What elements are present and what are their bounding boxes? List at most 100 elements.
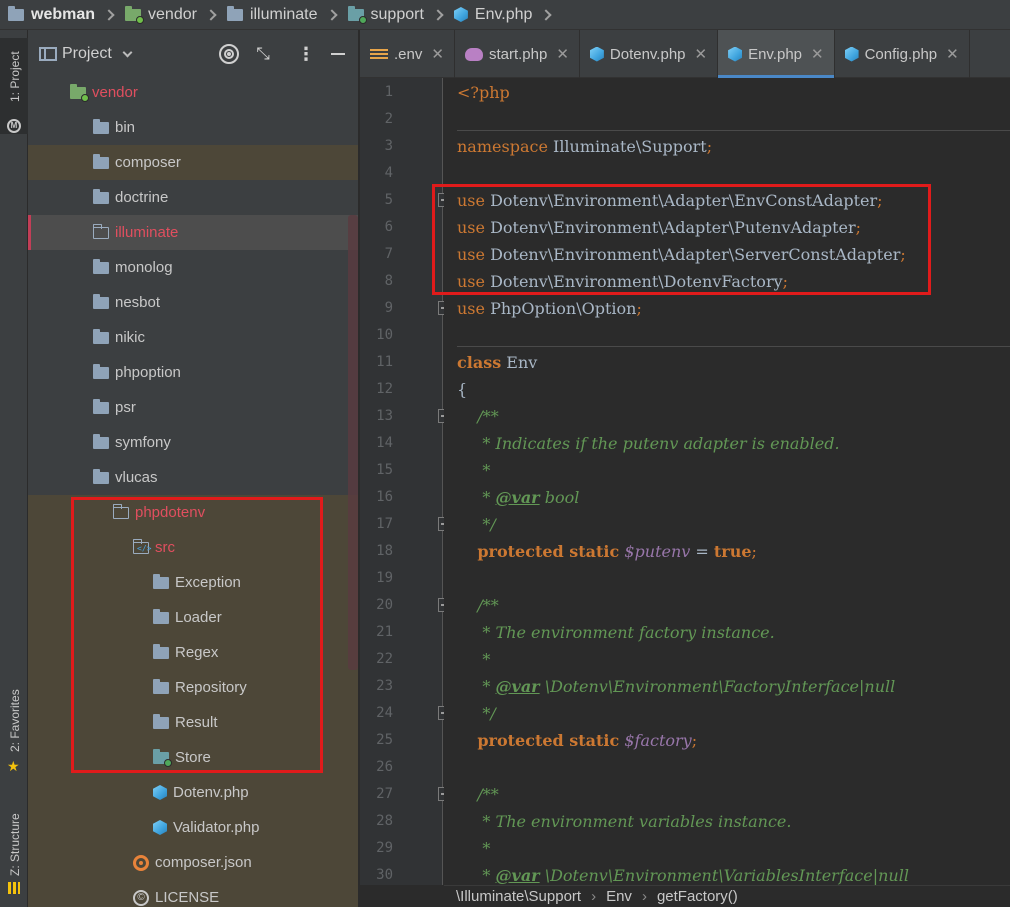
locate-file-icon[interactable] bbox=[219, 44, 239, 64]
tree-item[interactable]: Repository bbox=[28, 670, 358, 705]
package-folder-icon bbox=[347, 5, 367, 24]
code-line: { bbox=[457, 376, 467, 403]
tree-item[interactable]: symfony bbox=[28, 425, 358, 460]
tree-item[interactable]: Exception bbox=[28, 565, 358, 600]
tree-item[interactable]: bin bbox=[28, 110, 358, 145]
chevron-right-icon[interactable] bbox=[71, 260, 87, 276]
code-breadcrumb-namespace[interactable]: \Illuminate\Support bbox=[456, 888, 581, 905]
chevron-right-icon[interactable] bbox=[71, 365, 87, 381]
line-number: 16 bbox=[376, 489, 393, 505]
tree-item[interactable]: composer bbox=[28, 145, 358, 180]
editor-tab[interactable]: .env ✕ bbox=[360, 30, 455, 78]
tree-item[interactable]: Validator.php bbox=[28, 810, 358, 845]
folder-icon bbox=[92, 223, 109, 239]
chevron-right-icon[interactable] bbox=[131, 715, 147, 731]
chevron-right-icon[interactable] bbox=[71, 435, 87, 451]
breadcrumb-item-webman[interactable]: webman bbox=[8, 0, 95, 30]
project-view-selector[interactable]: Project bbox=[62, 45, 112, 63]
tree-item[interactable]: monolog bbox=[28, 250, 358, 285]
project-scrollbar[interactable] bbox=[348, 215, 358, 670]
tree-item[interactable]: psr bbox=[28, 390, 358, 425]
code-breadcrumb-method[interactable]: getFactory() bbox=[657, 888, 738, 905]
chevron-right-icon[interactable] bbox=[131, 575, 147, 591]
chevron-right-icon[interactable] bbox=[71, 155, 87, 171]
chevron-right-icon[interactable] bbox=[131, 750, 147, 766]
tree-item[interactable]: phpdotenv bbox=[28, 495, 358, 530]
chevron-right-icon[interactable] bbox=[71, 120, 87, 136]
chevron-right-icon[interactable] bbox=[71, 330, 87, 346]
chevron-right-icon[interactable] bbox=[71, 190, 87, 206]
tree-item-label: Regex bbox=[175, 644, 219, 661]
more-options-icon[interactable]: ⋮ bbox=[296, 44, 316, 64]
project-tool-icon: M bbox=[7, 119, 21, 133]
editor-tab[interactable]: Env.php ✕ bbox=[718, 30, 835, 78]
tree-item[interactable]: vendor bbox=[28, 75, 358, 110]
code-editor[interactable]: <?php namespace Illuminate\Support; use Do… bbox=[444, 78, 1010, 885]
tree-item[interactable]: illuminate bbox=[28, 215, 358, 250]
code-token: ; bbox=[751, 542, 757, 561]
code-breadcrumb: \Illuminate\Support › Env › getFactory() bbox=[444, 885, 1010, 907]
folder-icon-wrap bbox=[93, 468, 109, 484]
chevron-down-icon[interactable] bbox=[48, 85, 64, 101]
chevron-right-icon[interactable] bbox=[71, 225, 87, 241]
code-token: Illuminate\Support bbox=[547, 137, 707, 156]
chevron-right-icon[interactable] bbox=[131, 645, 147, 661]
tree-item[interactable]: Result bbox=[28, 705, 358, 740]
chevron-right-icon[interactable] bbox=[131, 680, 147, 696]
chevron-down-icon[interactable] bbox=[111, 540, 127, 556]
navigation-breadcrumb: webman vendor illuminate support Env.php bbox=[0, 0, 1010, 30]
left-tool-strip: 1: Project M 2: Favorites ★ Z: Structure bbox=[0, 30, 28, 907]
breadcrumb-item-vendor[interactable]: vendor bbox=[125, 0, 197, 30]
close-icon[interactable]: ✕ bbox=[556, 45, 569, 63]
code-token: * bbox=[457, 866, 496, 885]
close-icon[interactable]: ✕ bbox=[946, 45, 959, 63]
chevron-down-icon[interactable] bbox=[122, 47, 133, 57]
tree-item[interactable]: nikic bbox=[28, 320, 358, 355]
code-token: protected static bbox=[477, 731, 620, 750]
editor-tab[interactable]: Config.php ✕ bbox=[835, 30, 970, 78]
chevron-right-icon bbox=[205, 8, 217, 21]
tool-tab-project[interactable]: 1: Project M bbox=[0, 38, 28, 134]
editor-tab[interactable]: Dotenv.php ✕ bbox=[580, 30, 719, 78]
tree-item[interactable]: Dotenv.php bbox=[28, 775, 358, 810]
tree-item[interactable]: vlucas bbox=[28, 460, 358, 495]
tree-item[interactable]: Store bbox=[28, 740, 358, 775]
collapse-all-icon[interactable]: ⤡ bbox=[253, 44, 273, 64]
editor-tab[interactable]: start.php ✕ bbox=[455, 30, 580, 78]
tree-item[interactable]: Loader bbox=[28, 600, 358, 635]
code-token: /** bbox=[477, 596, 499, 615]
chevron-right-icon[interactable] bbox=[71, 400, 87, 416]
folder-icon-wrap bbox=[153, 678, 169, 694]
tree-item[interactable]: composer.json bbox=[28, 845, 358, 880]
tree-item[interactable]: phpoption bbox=[28, 355, 358, 390]
code-line: * bbox=[457, 646, 490, 673]
tree-item[interactable]: nesbot bbox=[28, 285, 358, 320]
tree-item[interactable]: Regex bbox=[28, 635, 358, 670]
folder-icon-wrap bbox=[92, 223, 109, 239]
line-number: 14 bbox=[376, 435, 393, 451]
close-icon[interactable]: ✕ bbox=[695, 45, 708, 63]
line-number: 9 bbox=[384, 300, 393, 316]
chevron-right-icon[interactable] bbox=[131, 610, 147, 626]
tree-item-label: Store bbox=[175, 749, 211, 766]
env-file-icon bbox=[370, 47, 388, 61]
hide-panel-icon[interactable] bbox=[331, 53, 345, 55]
tree-item[interactable]: doctrine bbox=[28, 180, 358, 215]
close-icon[interactable]: ✕ bbox=[431, 45, 444, 63]
code-token: = bbox=[690, 542, 714, 561]
close-icon[interactable]: ✕ bbox=[811, 45, 824, 63]
code-breadcrumb-class[interactable]: Env bbox=[606, 888, 632, 905]
breadcrumb-item-support[interactable]: support bbox=[347, 0, 424, 30]
package-folder-icon-wrap bbox=[153, 748, 172, 767]
chevron-right-icon[interactable] bbox=[71, 295, 87, 311]
tree-item[interactable]: </> src bbox=[28, 530, 358, 565]
tree-item[interactable]: © LICENSE bbox=[28, 880, 358, 907]
breadcrumb-item-illuminate[interactable]: illuminate bbox=[226, 0, 318, 30]
tree-item-label: LICENSE bbox=[155, 889, 220, 906]
breadcrumb-item-env-php[interactable]: Env.php bbox=[453, 0, 532, 30]
chevron-down-icon[interactable] bbox=[71, 470, 87, 486]
editor-tab-label: Config.php bbox=[864, 45, 938, 63]
chevron-down-icon[interactable] bbox=[91, 505, 107, 521]
